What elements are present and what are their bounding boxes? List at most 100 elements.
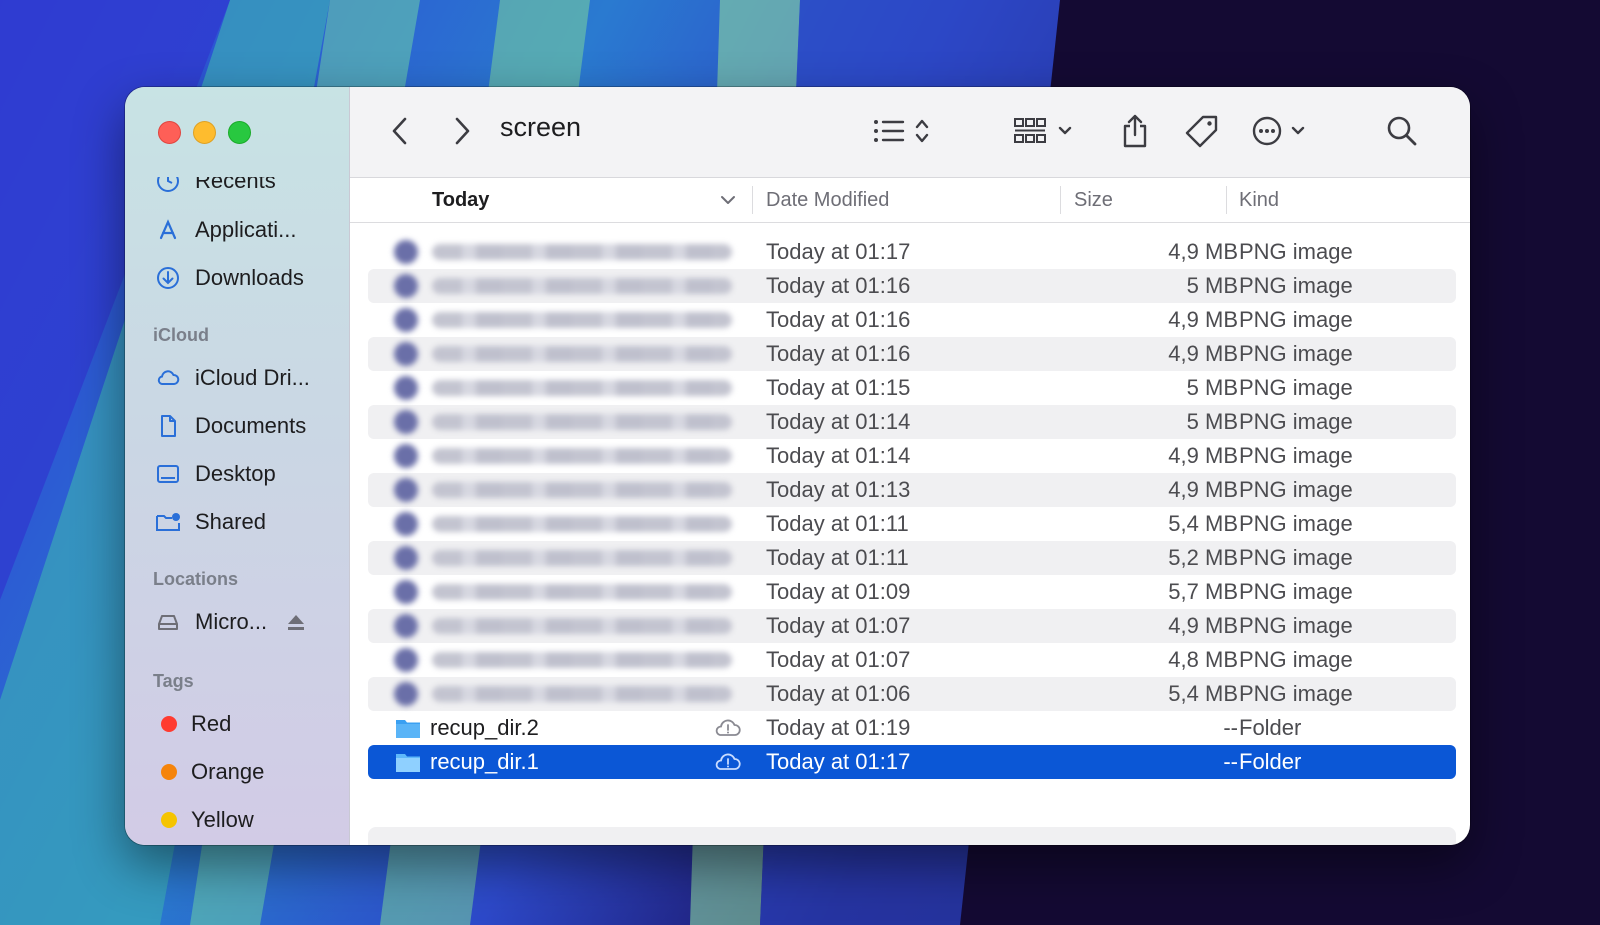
table-row[interactable]: Today at 01:16 5 MB PNG image	[368, 269, 1456, 303]
file-name-redacted	[394, 303, 754, 337]
image-file-icon	[394, 546, 418, 570]
image-file-icon	[394, 478, 418, 502]
image-file-icon	[394, 410, 418, 434]
file-name-redacted	[394, 643, 754, 677]
table-row[interactable]: Today at 01:09 5,7 MB PNG image	[368, 575, 1456, 609]
column-header-name[interactable]: Today	[432, 178, 752, 222]
table-row[interactable]: Today at 01:17 4,9 MB PNG image	[368, 235, 1456, 269]
column-header-size[interactable]: Size	[1074, 178, 1113, 222]
toolbar: screen	[350, 87, 1470, 178]
image-file-icon	[394, 240, 418, 264]
view-options-button[interactable]	[870, 109, 940, 153]
tag-button[interactable]	[1182, 109, 1222, 153]
window-controls	[158, 121, 251, 144]
sort-chevron[interactable]	[720, 178, 736, 222]
applications-icon	[153, 215, 183, 245]
folder-name: recup_dir.1	[430, 749, 539, 774]
share-icon	[1123, 114, 1147, 148]
ellipsis-circle-icon	[1252, 116, 1305, 146]
grid-icon	[1014, 118, 1072, 143]
sidebar-tag-yellow[interactable]: Yellow	[153, 803, 254, 837]
orange-tag-dot	[161, 764, 177, 780]
table-row[interactable]: Today at 01:07 4,8 MB PNG image	[368, 643, 1456, 677]
search-icon	[1387, 116, 1417, 146]
cloud-status-icon	[715, 753, 741, 770]
file-name-redacted	[394, 575, 754, 609]
folder-icon	[396, 720, 420, 738]
blurred-filename	[432, 380, 732, 396]
column-divider[interactable]	[1226, 186, 1227, 214]
sidebar-heading-locations: Locations	[153, 569, 239, 589]
sidebar-item-icloud-drive[interactable]: iCloud Dri...	[153, 361, 310, 395]
document-icon	[153, 411, 183, 441]
blurred-filename	[432, 516, 732, 532]
clock-icon	[153, 177, 183, 196]
image-file-icon	[394, 614, 418, 638]
folder-row-recup-dir-2[interactable]: recup_dir.2 Today at 01:19 -- Folder	[368, 711, 1456, 745]
sidebar-item-drive[interactable]: Micro...	[153, 605, 267, 639]
column-headers: Today Date Modified Size Kind	[350, 178, 1470, 223]
file-name-redacted	[394, 337, 754, 371]
file-name-redacted	[394, 235, 754, 269]
table-row[interactable]: Today at 01:13 4,9 MB PNG image	[368, 473, 1456, 507]
list-view-icon	[874, 119, 929, 143]
sidebar-heading-tags: Tags	[153, 671, 194, 691]
table-row[interactable]: Today at 01:06 5,4 MB PNG image	[368, 677, 1456, 711]
sidebar: Recents Applicati... Downloads iCloud iC…	[125, 87, 350, 845]
window-title: screen	[500, 112, 582, 142]
folder-icon	[396, 754, 420, 772]
table-row[interactable]: Today at 01:11 5,4 MB PNG image	[368, 507, 1456, 541]
sidebar-item-applications[interactable]: Applicati...	[153, 213, 297, 247]
sidebar-item-recents[interactable]: Recents	[153, 177, 276, 198]
zoom-window-button[interactable]	[228, 121, 251, 144]
file-name-redacted	[394, 541, 754, 575]
eject-button[interactable]	[281, 605, 323, 639]
sidebar-item-documents[interactable]: Documents	[153, 409, 306, 443]
file-name-redacted	[394, 269, 754, 303]
column-divider[interactable]	[752, 186, 753, 214]
image-file-icon	[394, 512, 418, 536]
blurred-filename	[432, 448, 732, 464]
forward-button[interactable]	[442, 109, 482, 153]
red-tag-dot	[161, 716, 177, 732]
sidebar-tag-red[interactable]: Red	[153, 707, 231, 741]
table-row[interactable]: Today at 01:15 5 MB PNG image	[368, 371, 1456, 405]
file-name-redacted	[394, 677, 754, 711]
search-button[interactable]	[1382, 109, 1422, 153]
blurred-filename	[432, 346, 732, 362]
blurred-filename	[432, 244, 732, 260]
blurred-filename	[432, 278, 732, 294]
image-file-icon	[394, 376, 418, 400]
column-header-kind[interactable]: Kind	[1239, 178, 1279, 222]
back-button[interactable]	[380, 109, 420, 153]
table-row[interactable]: Today at 01:11 5,2 MB PNG image	[368, 541, 1456, 575]
file-name-redacted	[394, 439, 754, 473]
group-button[interactable]	[1012, 109, 1076, 153]
table-row[interactable]: Today at 01:14 5 MB PNG image	[368, 405, 1456, 439]
image-file-icon	[394, 308, 418, 332]
blurred-filename	[432, 584, 732, 600]
column-header-date[interactable]: Date Modified	[766, 178, 889, 222]
sidebar-tag-orange[interactable]: Orange	[153, 755, 264, 789]
sidebar-item-downloads[interactable]: Downloads	[153, 261, 304, 295]
close-window-button[interactable]	[158, 121, 181, 144]
file-name-redacted	[394, 507, 754, 541]
minimize-window-button[interactable]	[193, 121, 216, 144]
finder-window: Recents Applicati... Downloads iCloud iC…	[125, 87, 1470, 845]
image-file-icon	[394, 274, 418, 298]
downloads-icon	[153, 263, 183, 293]
folder-row-recup-dir-1[interactable]: recup_dir.1 Today at 01:17 -- Folder	[368, 745, 1456, 779]
table-row[interactable]: Today at 01:16 4,9 MB PNG image	[368, 303, 1456, 337]
chevron-right-icon	[455, 117, 470, 145]
sidebar-item-shared[interactable]: Shared	[153, 505, 266, 539]
share-button[interactable]	[1115, 109, 1155, 153]
blurred-filename	[432, 550, 732, 566]
table-row[interactable]: Today at 01:07 4,9 MB PNG image	[368, 609, 1456, 643]
table-row[interactable]: Today at 01:16 4,9 MB PNG image	[368, 337, 1456, 371]
more-actions-button[interactable]	[1250, 109, 1314, 153]
blurred-filename	[432, 482, 732, 498]
cloud-status-icon	[715, 719, 741, 736]
column-divider[interactable]	[1060, 186, 1061, 214]
table-row[interactable]: Today at 01:14 4,9 MB PNG image	[368, 439, 1456, 473]
sidebar-item-desktop[interactable]: Desktop	[153, 457, 276, 491]
